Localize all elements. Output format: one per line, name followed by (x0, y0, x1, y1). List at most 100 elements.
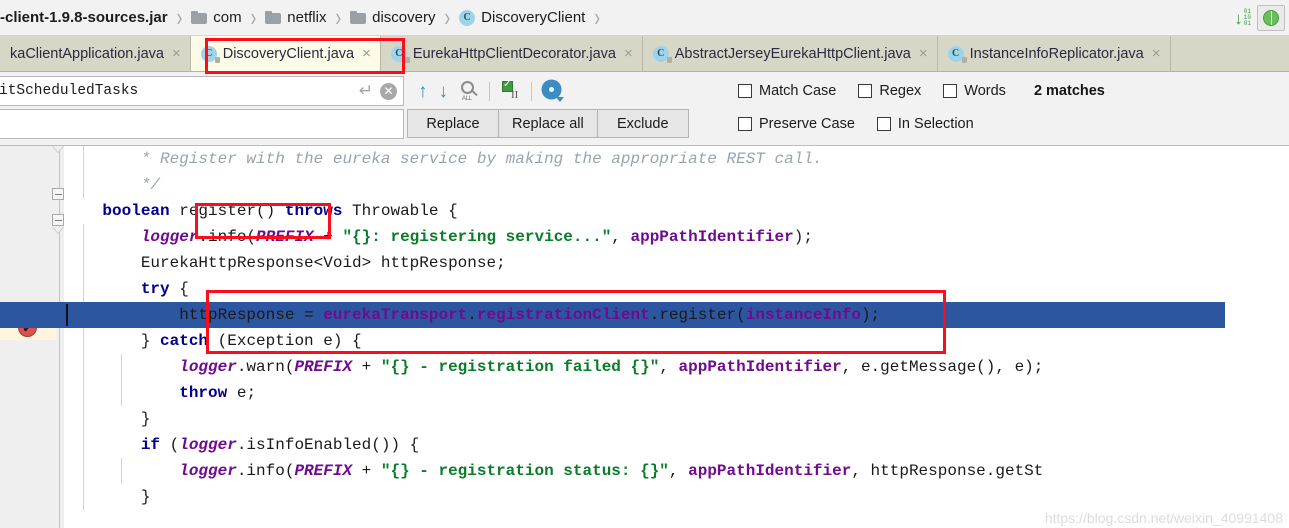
search-input[interactable]: itScheduledTasks ↵ ✕ (0, 76, 404, 106)
indent-guide (82, 172, 84, 198)
fold-line (59, 146, 60, 528)
close-icon[interactable]: × (624, 46, 633, 61)
find-navigation: ↑ ↓ ALL II (412, 76, 564, 106)
close-icon[interactable]: × (919, 46, 928, 61)
tab-abstractjerseyeurekahttpclient[interactable]: C AbstractJerseyEurekaHttpClient.java × (643, 36, 938, 71)
code-line[interactable]: boolean register() throws Throwable { (64, 198, 1289, 224)
code-folding-column[interactable] (52, 146, 64, 528)
breadcrumb-actions: ↓ 01 10 01 (1234, 3, 1285, 33)
globe-button[interactable] (1257, 5, 1285, 31)
code-line[interactable]: logger.info(PREFIX + "{} - registration … (64, 458, 1289, 484)
indent-guide (82, 146, 84, 172)
replace-all-button[interactable]: Replace all (498, 109, 598, 138)
text-caret (66, 304, 68, 326)
fold-collapse-icon[interactable] (52, 188, 64, 200)
option-label: Words (964, 82, 1006, 99)
checkbox[interactable] (738, 83, 752, 98)
indent-guide (82, 328, 84, 354)
editor-gutter[interactable]: ✔ (0, 146, 56, 528)
code-line[interactable]: } (64, 484, 1289, 510)
code-line[interactable]: * Register with the eureka service by ma… (64, 146, 1289, 172)
exclude-button[interactable]: Exclude (596, 109, 689, 138)
option-words[interactable]: Words (943, 83, 1006, 99)
code-token: try (140, 280, 170, 298)
close-icon[interactable]: × (172, 46, 181, 61)
code-token: throws (284, 202, 343, 220)
code-content[interactable]: * Register with the eureka service by ma… (0, 146, 1289, 528)
tab-label: EurekaHttpClientDecorator.java (412, 45, 616, 62)
clear-icon[interactable]: ✕ (380, 82, 397, 100)
enter-icon[interactable]: ↵ (359, 81, 373, 101)
tab-instanceinforeplicator[interactable]: C InstanceInfoReplicator.java × (938, 36, 1171, 71)
magnifier-handle (471, 89, 478, 97)
close-icon[interactable]: × (362, 46, 371, 61)
code-token: ); (860, 306, 881, 324)
tab-discoveryclient[interactable]: C DiscoveryClient.java × (190, 36, 381, 71)
code-editor[interactable]: ✔ * Register with the eureka service by … (0, 146, 1289, 528)
code-line[interactable]: } catch (Exception e) { (64, 328, 1289, 354)
breadcrumb-item-com[interactable]: com (189, 0, 243, 35)
code-line[interactable]: try { (64, 276, 1289, 302)
code-token: appPathIdentifier (688, 462, 852, 480)
fold-region-end-icon[interactable] (52, 146, 64, 153)
code-token: , e.getMessage(), e); (841, 358, 1044, 376)
code-token: Throwable { (342, 202, 458, 220)
select-all-occurrences-icon[interactable]: II (501, 79, 520, 101)
java-class-icon: C (947, 45, 967, 63)
code-line[interactable]: EurekaHttpResponse<Void> httpResponse; (64, 250, 1289, 276)
breadcrumb-item-netflix[interactable]: netflix (263, 0, 328, 35)
indent-guide (82, 276, 84, 302)
download-sources-icon[interactable]: ↓ 01 10 01 (1234, 9, 1251, 27)
find-all-icon[interactable]: ALL (459, 81, 478, 102)
breadcrumb-item-jar[interactable]: -client-1.9.8-sources.jar (0, 0, 170, 35)
option-in-selection[interactable]: In Selection (876, 116, 974, 132)
code-line[interactable]: } (64, 406, 1289, 432)
code-line[interactable]: logger.warn(PREFIX + "{} - registration … (64, 354, 1289, 380)
option-regex[interactable]: Regex (858, 83, 921, 99)
code-line[interactable]: if (logger.isInfoEnabled()) { (64, 432, 1289, 458)
breadcrumb-separator: › (250, 2, 257, 32)
breadcrumb-item-discoveryclient[interactable]: C DiscoveryClient (457, 0, 587, 35)
code-line[interactable]: */ (64, 172, 1289, 198)
replace-button[interactable]: Replace (407, 109, 499, 138)
tab-kaclientapplication[interactable]: kaClientApplication.java × (0, 36, 191, 71)
checkbox[interactable] (943, 83, 958, 98)
close-icon[interactable]: × (1152, 46, 1161, 61)
checkbox[interactable] (858, 83, 873, 98)
code-line-selected[interactable]: httpResponse = eurekaTransport.registrat… (0, 302, 1225, 328)
checkbox[interactable] (738, 116, 752, 131)
indent-guide (82, 406, 84, 432)
code-line[interactable]: logger.info(PREFIX + "{}: registering se… (64, 224, 1289, 250)
option-preserve-case[interactable]: Preserve Case (738, 116, 855, 132)
checkbox[interactable] (876, 116, 891, 131)
code-token: logger (179, 358, 237, 376)
indent-guide (82, 458, 84, 484)
code-token: instanceInfo (745, 306, 861, 324)
code-token: } (140, 332, 161, 350)
bytecode-bits-icon: 01 10 01 (1243, 8, 1251, 27)
find-previous-icon[interactable]: ↑ (418, 82, 428, 101)
code-token: logger (179, 436, 237, 454)
tab-eurekahttpclientdecorator[interactable]: C EurekaHttpClientDecorator.java × (381, 36, 643, 71)
code-token: logger (140, 228, 199, 246)
code-token: ); (793, 228, 813, 246)
watermark: https://blog.csdn.net/weixin_40991408 (1044, 510, 1283, 526)
code-token: + (352, 462, 381, 480)
code-token: * Register with the eureka service by ma… (140, 150, 823, 168)
replace-input[interactable] (0, 109, 404, 139)
find-next-icon[interactable]: ↓ (439, 82, 449, 101)
fold-collapse-icon[interactable] (52, 214, 64, 226)
option-label: Match Case (759, 82, 837, 99)
code-line[interactable]: throw e; (64, 380, 1289, 406)
code-token: + (352, 358, 381, 376)
code-token: register() (169, 202, 285, 220)
option-match-case[interactable]: Match Case (738, 83, 836, 99)
fold-region-end-icon[interactable] (52, 227, 64, 234)
filter-settings-icon[interactable] (543, 81, 564, 102)
code-token: .warn( (236, 358, 295, 376)
tab-label: AbstractJerseyEurekaHttpClient.java (674, 45, 911, 62)
breadcrumb-item-discovery[interactable]: discovery (348, 0, 437, 35)
